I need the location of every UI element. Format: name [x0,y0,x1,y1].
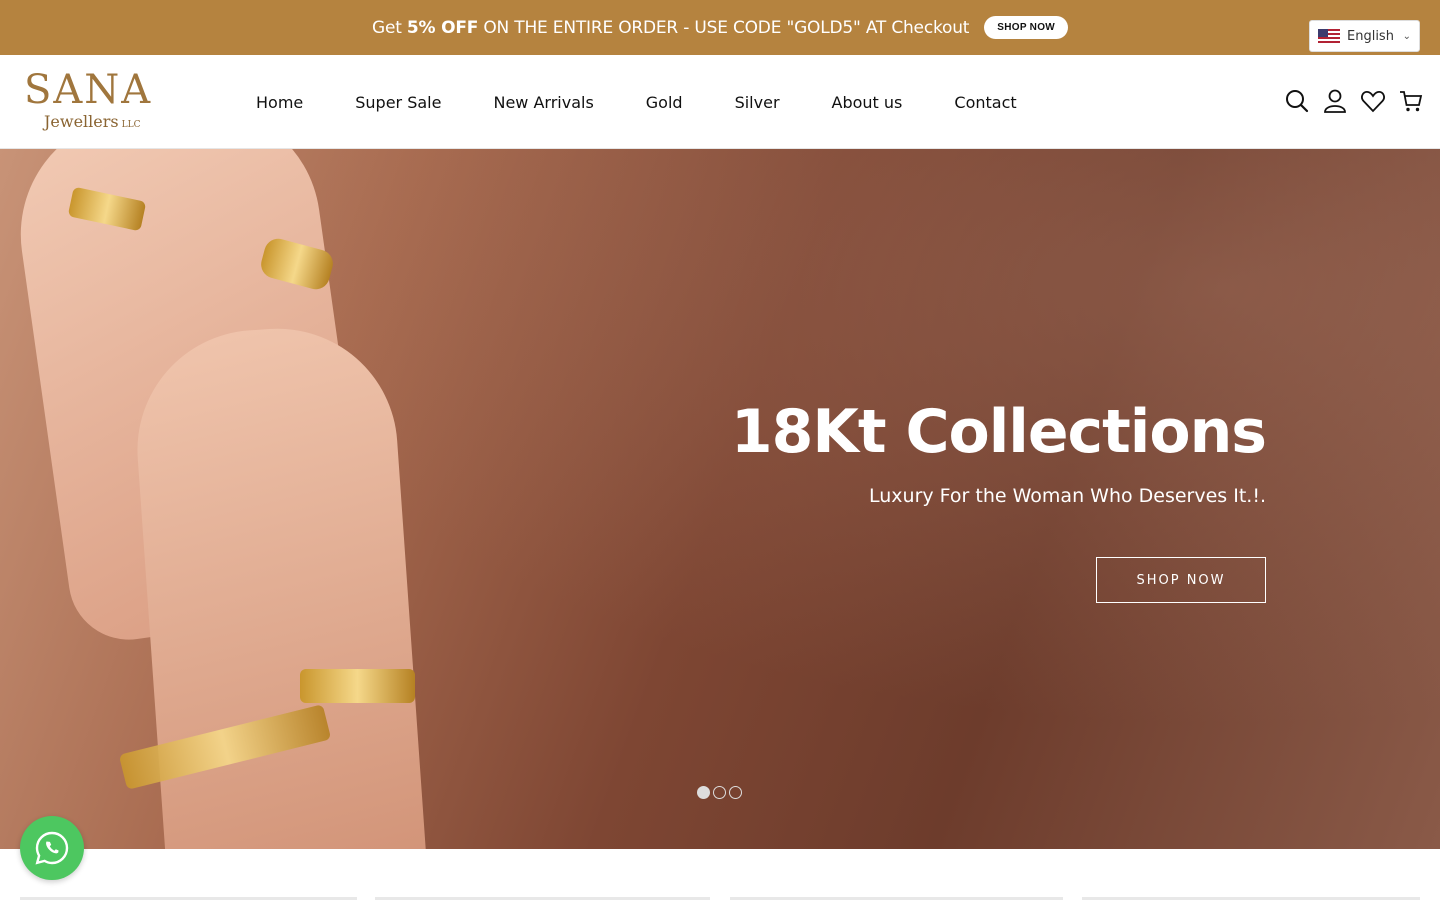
slider-dot-2[interactable] [713,786,726,799]
language-label: English [1347,28,1394,44]
whatsapp-icon [35,831,69,865]
logo-sub-label: Jewellers [44,112,119,131]
logo-suffix: LLC [121,120,141,130]
announcement-shop-now-button[interactable]: SHOP NOW [984,16,1069,39]
logo[interactable]: SANA Jewellers LLC [24,69,174,135]
nav-item-about-us[interactable]: About us [832,93,903,112]
announcement-bar: Get 5% OFF ON THE ENTIRE ORDER - USE COD… [0,0,1440,55]
announcement-content: Get 5% OFF ON THE ENTIRE ORDER - USE COD… [0,0,1440,55]
header-icons [1272,88,1424,114]
hero-title: 18Kt Collections [730,397,1267,467]
announcement-discount: 5% OFF [406,17,479,38]
nav-item-gold[interactable]: Gold [646,93,683,112]
nav-item-contact[interactable]: Contact [954,93,1016,112]
us-flag-icon [1318,29,1340,43]
account-icon[interactable] [1322,88,1348,114]
logo-sub-text: Jewellers LLC [44,113,140,134]
hero-shop-now-button[interactable]: SHOP NOW [1096,557,1266,603]
announcement-suffix: ON THE ENTIRE ORDER - USE CODE "GOLD5" A… [483,17,970,38]
language-selector[interactable]: English ⌄ [1309,20,1420,52]
logo-main-text: SANA [24,67,153,113]
announcement-text: Get 5% OFF ON THE ENTIRE ORDER - USE COD… [372,18,969,38]
announcement-prefix: Get [371,17,402,38]
slider-dot-3[interactable] [729,786,742,799]
search-icon[interactable] [1284,88,1310,114]
slider-dot-1[interactable] [697,786,710,799]
nav-item-super-sale[interactable]: Super Sale [355,93,441,112]
hero-subtitle: Luxury For the Woman Who Deserves It.!. [869,485,1266,507]
nav-item-new-arrivals[interactable]: New Arrivals [493,93,593,112]
whatsapp-button[interactable] [20,816,84,880]
chevron-down-icon: ⌄ [1402,30,1411,42]
site-header: SANA Jewellers LLC Home Super Sale New Ar… [0,55,1440,149]
nav-item-silver[interactable]: Silver [735,93,780,112]
main-nav: Home Super Sale New Arrivals Gold Silver… [256,55,1069,149]
nav-item-home[interactable]: Home [256,93,303,112]
wishlist-icon[interactable] [1360,88,1386,114]
cart-icon[interactable] [1398,88,1424,114]
hero-banner: 18Kt Collections Luxury For the Woman Wh… [0,149,1440,849]
slider-dots [697,786,745,799]
